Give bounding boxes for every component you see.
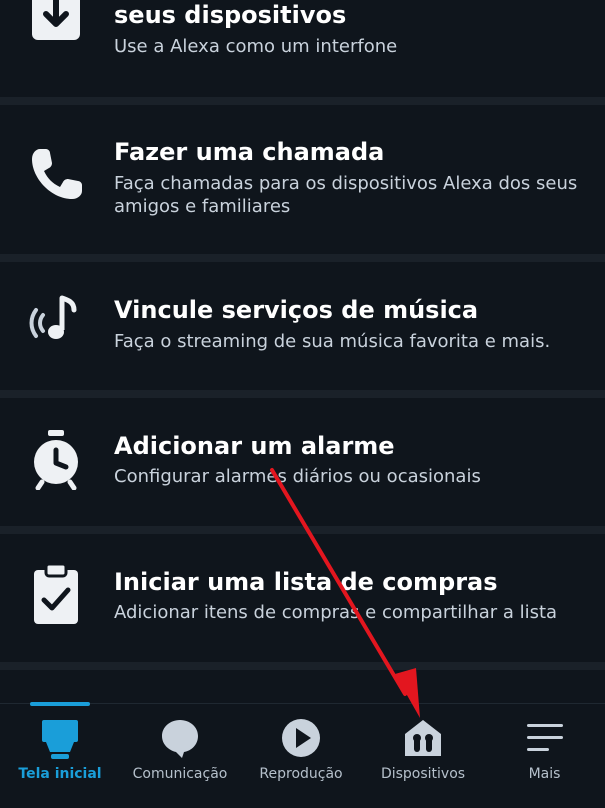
card-title: Fazer uma chamada [114, 138, 385, 166]
card-alarm[interactable]: Adicionar um alarme Configurar alarmes d… [0, 398, 605, 526]
devices-icon [399, 716, 447, 760]
nav-label: Dispositivos [380, 766, 466, 782]
home-icon [36, 716, 84, 760]
card-call[interactable]: Fazer uma chamada Faça chamadas para os … [0, 105, 605, 254]
nav-label: Tela inicial [18, 766, 102, 782]
card-title: seus dispositivos [114, 1, 347, 29]
nav-label: Reprodução [259, 766, 343, 782]
card-music[interactable]: Vincule serviços de música Faça o stream… [0, 262, 605, 390]
nav-item-devices[interactable]: Dispositivos [362, 704, 484, 808]
card-intercom[interactable]: seus dispositivos Use a Alexa como um in… [0, 0, 605, 97]
chat-icon [156, 716, 204, 760]
nav-label: Comunicação [132, 766, 228, 782]
alarm-icon [24, 426, 88, 490]
card-title: Vincule serviços de música [114, 296, 479, 324]
card-subtitle: Adicionar itens de compras e compartilha… [114, 602, 558, 623]
clipboard-icon [24, 562, 88, 626]
menu-icon [521, 716, 569, 760]
play-icon [277, 716, 325, 760]
nav-item-more[interactable]: Mais [484, 704, 605, 808]
phone-icon [24, 143, 88, 207]
active-indicator [30, 702, 90, 706]
card-title: Iniciar uma lista de compras [114, 568, 498, 596]
card-title: Adicionar um alarme [114, 432, 395, 460]
bottom-navigation: Tela inicial Comunicação Reprodução Disp… [0, 702, 605, 808]
card-subtitle: Faça o streaming de sua música favorita … [114, 331, 551, 352]
music-icon [24, 290, 88, 354]
download-icon [24, 0, 88, 50]
card-subtitle: Faça chamadas para os dispositivos Alexa… [114, 173, 578, 217]
nav-item-home[interactable]: Tela inicial [0, 702, 120, 808]
card-shopping-list[interactable]: Iniciar uma lista de compras Adicionar i… [0, 534, 605, 662]
nav-item-playback[interactable]: Reprodução [240, 704, 362, 808]
card-subtitle: Use a Alexa como um interfone [114, 36, 398, 57]
nav-label: Mais [528, 766, 561, 782]
card-subtitle: Configurar alarmes diários ou ocasionais [114, 466, 481, 487]
nav-item-communication[interactable]: Comunicação [120, 704, 240, 808]
